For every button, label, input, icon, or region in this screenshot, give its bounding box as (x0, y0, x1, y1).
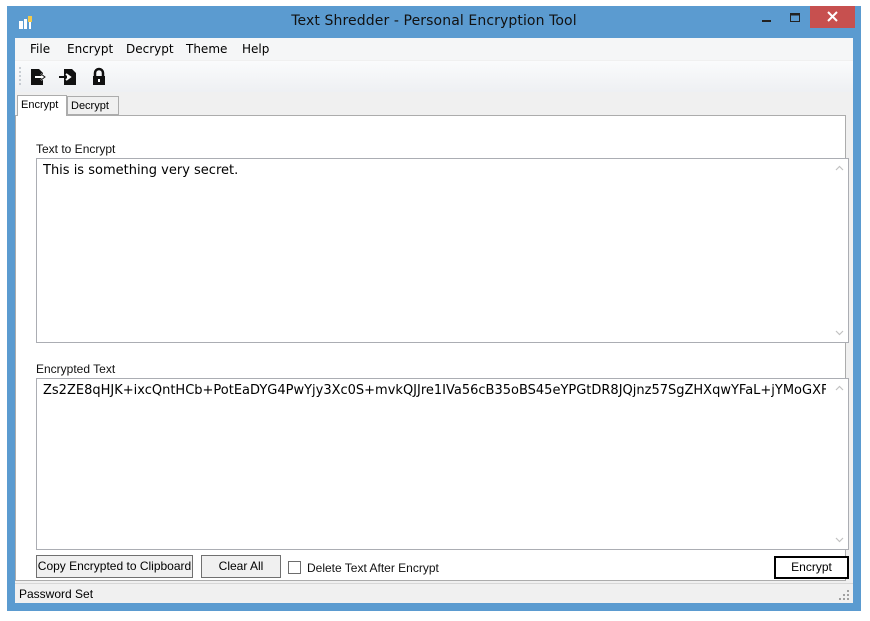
menu-file[interactable]: File (30, 42, 50, 56)
encrypt-button[interactable]: Encrypt (774, 556, 849, 579)
minimize-icon (762, 20, 771, 22)
encrypt-tab-page: Text to Encrypt This is something very s… (15, 115, 849, 581)
scroll-down-icon[interactable] (835, 537, 844, 543)
menu-bar: File Encrypt Decrypt Theme Help (15, 38, 853, 60)
export-file-icon (31, 69, 47, 85)
app-window: Text Shredder - Personal Encryption Tool… (7, 6, 861, 611)
scroll-down-icon[interactable] (835, 330, 844, 336)
close-button[interactable] (810, 6, 855, 28)
import-file-icon (59, 69, 76, 85)
title-bar[interactable]: Text Shredder - Personal Encryption Tool (7, 6, 861, 38)
delete-after-encrypt-label[interactable]: Delete Text After Encrypt (307, 561, 439, 575)
status-text: Password Set (19, 587, 94, 601)
output-scrollbar[interactable] (831, 379, 848, 549)
encrypted-text-output[interactable]: Zs2ZE8qHJK+ixcQntHCb+PotEaDYG4PwYjy3Xc0S… (36, 378, 849, 550)
delete-after-encrypt-checkbox[interactable] (288, 561, 301, 574)
import-file-button[interactable] (58, 67, 78, 87)
tab-decrypt[interactable]: Decrypt (67, 96, 119, 115)
menu-theme[interactable]: Theme (186, 42, 227, 56)
status-bar: Password Set (15, 583, 853, 603)
minimize-button[interactable] (753, 6, 779, 28)
encrypted-text-label: Encrypted Text (36, 362, 116, 376)
toolbar (15, 61, 853, 92)
window-client: File Encrypt Decrypt Theme Help Encrypt … (15, 38, 853, 603)
copy-encrypted-button[interactable]: Copy Encrypted to Clipboard (36, 555, 193, 578)
tab-strip: Encrypt Decrypt (15, 95, 853, 116)
maximize-icon (790, 13, 800, 22)
close-icon (827, 11, 838, 22)
lock-icon (93, 67, 105, 85)
encrypted-text-value: Zs2ZE8qHJK+ixcQntHCb+PotEaDYG4PwYjy3Xc0S… (43, 383, 826, 398)
toolbar-grip[interactable] (19, 66, 21, 86)
text-to-encrypt-input[interactable]: This is something very secret. (36, 158, 849, 343)
window-title: Text Shredder - Personal Encryption Tool (291, 13, 577, 29)
menu-decrypt[interactable]: Decrypt (126, 42, 174, 56)
lock-button[interactable] (89, 67, 109, 87)
resize-grip-icon[interactable] (839, 590, 849, 600)
menu-help[interactable]: Help (242, 42, 269, 56)
scroll-up-icon[interactable] (835, 165, 844, 171)
clear-all-button[interactable]: Clear All (201, 555, 281, 578)
maximize-button[interactable] (782, 6, 808, 28)
text-to-encrypt-label: Text to Encrypt (36, 142, 116, 156)
scroll-up-icon[interactable] (835, 385, 844, 391)
tab-encrypt[interactable]: Encrypt (17, 95, 67, 116)
input-scrollbar[interactable] (831, 159, 848, 342)
export-file-button[interactable] (28, 67, 48, 87)
menu-encrypt[interactable]: Encrypt (67, 42, 113, 56)
text-to-encrypt-value: This is something very secret. (43, 163, 239, 178)
